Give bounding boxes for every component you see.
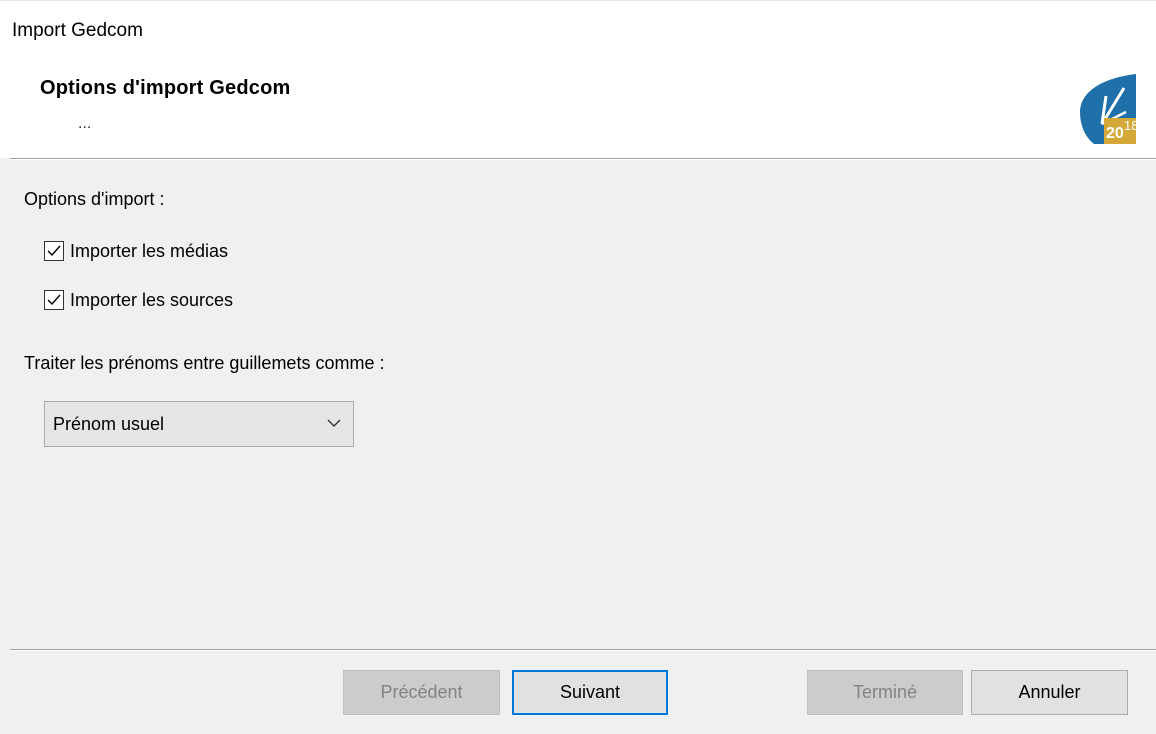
import-options-label: Options d'import : (24, 189, 165, 209)
app-logo-icon: 20 18 (1080, 74, 1136, 144)
import-sources-checkbox[interactable] (44, 290, 64, 310)
title-bar: Import Gedcom (0, 0, 1156, 53)
wizard-content: Options d'import : Importer les médias I… (0, 160, 1156, 650)
wizard-header: Options d'import Gedcom ... 20 18 (0, 52, 1156, 158)
page-subtitle: ... (78, 115, 92, 132)
import-media-label: Importer les médias (70, 241, 229, 261)
window-title: Import Gedcom (12, 20, 143, 41)
previous-button[interactable]: Précédent (343, 670, 500, 715)
page-title: Options d'import Gedcom (40, 77, 291, 99)
import-media-option[interactable]: Importer les médias (44, 240, 228, 262)
checkmark-icon (47, 245, 61, 257)
chevron-down-icon (327, 419, 341, 427)
import-sources-label: Importer les sources (70, 290, 234, 310)
svg-text:20: 20 (1106, 125, 1124, 142)
footer-divider (10, 649, 1156, 651)
svg-text:18: 18 (1124, 118, 1136, 133)
import-gedcom-window: Import Gedcom Options d'import Gedcom ..… (0, 0, 1156, 734)
quoted-names-select-value: Prénom usuel (53, 414, 165, 434)
checkmark-icon (47, 294, 61, 306)
finish-button[interactable]: Terminé (807, 670, 963, 715)
cancel-button[interactable]: Annuler (971, 670, 1128, 715)
import-media-checkbox[interactable] (44, 241, 64, 261)
quoted-names-select[interactable]: Prénom usuel (44, 401, 354, 447)
quoted-names-label: Traiter les prénoms entre guillemets com… (24, 353, 385, 373)
next-button[interactable]: Suivant (512, 670, 668, 715)
import-sources-option[interactable]: Importer les sources (44, 289, 233, 311)
